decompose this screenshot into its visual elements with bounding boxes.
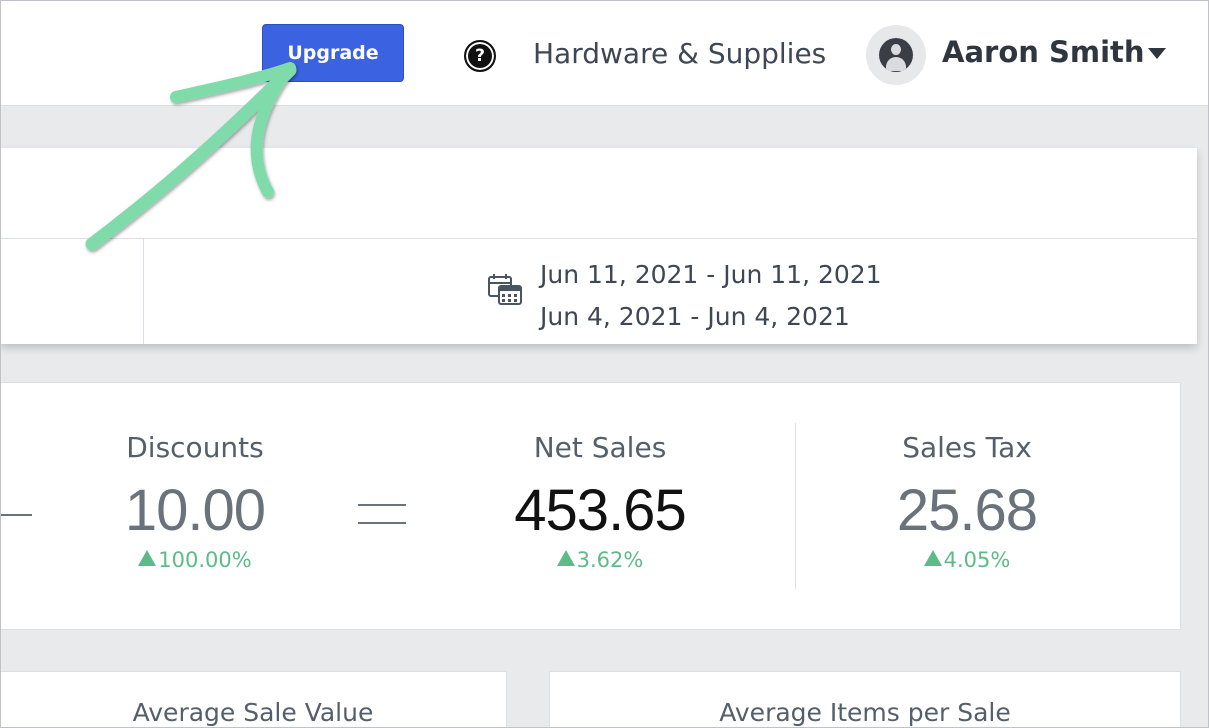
metric-label: Discounts [126, 431, 264, 464]
current-date-range: Jun 11, 2021 - Jun 11, 2021 [540, 260, 882, 289]
store-name[interactable]: Hardware & Supplies [533, 37, 826, 70]
average-items-per-sale-card: Average Items per Sale [549, 671, 1181, 728]
metric-change: 3.62% [450, 548, 750, 572]
card-title: Average Sale Value [132, 698, 374, 727]
user-name[interactable]: Aaron Smith [942, 35, 1145, 69]
average-sale-value-card: Average Sale Value [0, 671, 507, 728]
user-avatar-icon[interactable] [866, 25, 926, 85]
top-bar: Upgrade ? Hardware & Supplies Aaron Smit… [0, 0, 1209, 106]
compare-date-range: Jun 4, 2021 - Jun 4, 2021 [540, 302, 850, 331]
filter-divider [0, 238, 1197, 239]
metric-label: Sales Tax [902, 431, 1032, 464]
metric-net-sales: Net Sales 453.65 3.62% [450, 431, 750, 572]
sales-summary-card: Discounts 10.00 100.00% Net Sales 453.65… [0, 382, 1181, 630]
metric-value: 25.68 [896, 478, 1038, 543]
up-triangle-icon [556, 550, 575, 566]
metric-divider [795, 423, 796, 589]
filter-panel: Jun 11, 2021 - Jun 11, 2021 Jun 4, 2021 … [0, 148, 1197, 344]
equals-operator [358, 504, 406, 524]
metric-label: Net Sales [533, 431, 667, 464]
metric-change: 4.05% [817, 548, 1117, 572]
calendar-icon [488, 274, 522, 305]
help-circle-icon[interactable]: ? [464, 40, 496, 72]
metric-change: 100.00% [45, 548, 345, 572]
chevron-down-icon[interactable] [1148, 48, 1166, 59]
metric-value: 10.00 [124, 478, 266, 543]
filter-divider-vertical [143, 238, 144, 344]
metric-sales-tax: Sales Tax 25.68 4.05% [817, 431, 1117, 572]
date-range-text: Jun 11, 2021 - Jun 11, 2021 Jun 4, 2021 … [540, 254, 882, 338]
avatar-silhouette [879, 38, 913, 72]
up-triangle-icon [923, 550, 942, 566]
card-title: Average Items per Sale [719, 698, 1011, 727]
upgrade-button[interactable]: Upgrade [262, 24, 404, 82]
minus-operator [0, 514, 32, 516]
metric-value: 453.65 [514, 478, 686, 543]
date-range-picker[interactable]: Jun 11, 2021 - Jun 11, 2021 Jun 4, 2021 … [488, 254, 882, 338]
help-symbol: ? [475, 45, 485, 66]
metric-discounts: Discounts 10.00 100.00% [45, 431, 345, 572]
up-triangle-icon [138, 550, 157, 566]
